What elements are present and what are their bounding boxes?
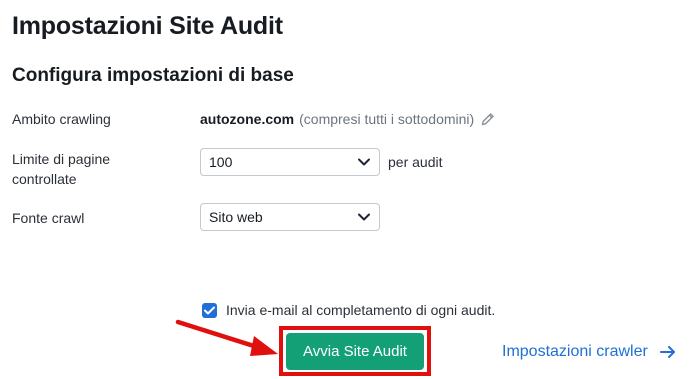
- per-audit-suffix: per audit: [388, 154, 443, 170]
- crawl-source-value: Sito web: [209, 209, 263, 225]
- chevron-down-icon: [358, 213, 370, 221]
- dialog-title: Impostazioni Site Audit: [12, 12, 283, 40]
- crawler-settings-label: Impostazioni crawler: [502, 343, 648, 360]
- page-limit-value: 100: [209, 154, 233, 170]
- email-notification-checkbox[interactable]: [202, 302, 217, 318]
- start-site-audit-button[interactable]: Avvia Site Audit: [286, 333, 424, 370]
- arrow-right-icon: [659, 346, 676, 358]
- annotation-arrow: [175, 319, 278, 356]
- email-notification-option: Invia e-mail al completamento di ogni au…: [202, 302, 495, 318]
- page-limit-select[interactable]: 100: [200, 148, 380, 176]
- pencil-icon[interactable]: [479, 110, 497, 128]
- email-notification-label: Invia e-mail al completamento di ogni au…: [226, 302, 496, 318]
- crawler-settings-link[interactable]: Impostazioni crawler: [502, 343, 676, 361]
- scope-subdomains-note: (compresi tutti i sottodomini): [299, 111, 475, 127]
- crawl-scope-value: autozone.com (compresi tutti i sottodomi…: [200, 109, 497, 129]
- scope-domain: autozone.com: [200, 111, 295, 127]
- site-audit-settings-dialog: Impostazioni Site Audit Configura impost…: [0, 0, 700, 379]
- chevron-down-icon: [358, 158, 370, 166]
- page-limit-label: Limite di pagine controllate: [12, 151, 111, 187]
- crawl-source-label: Fonte crawl: [12, 210, 85, 226]
- crawl-scope-label: Ambito crawling: [12, 111, 111, 127]
- crawl-source-select[interactable]: Sito web: [200, 203, 380, 231]
- section-title: Configura impostazioni di base: [12, 65, 294, 86]
